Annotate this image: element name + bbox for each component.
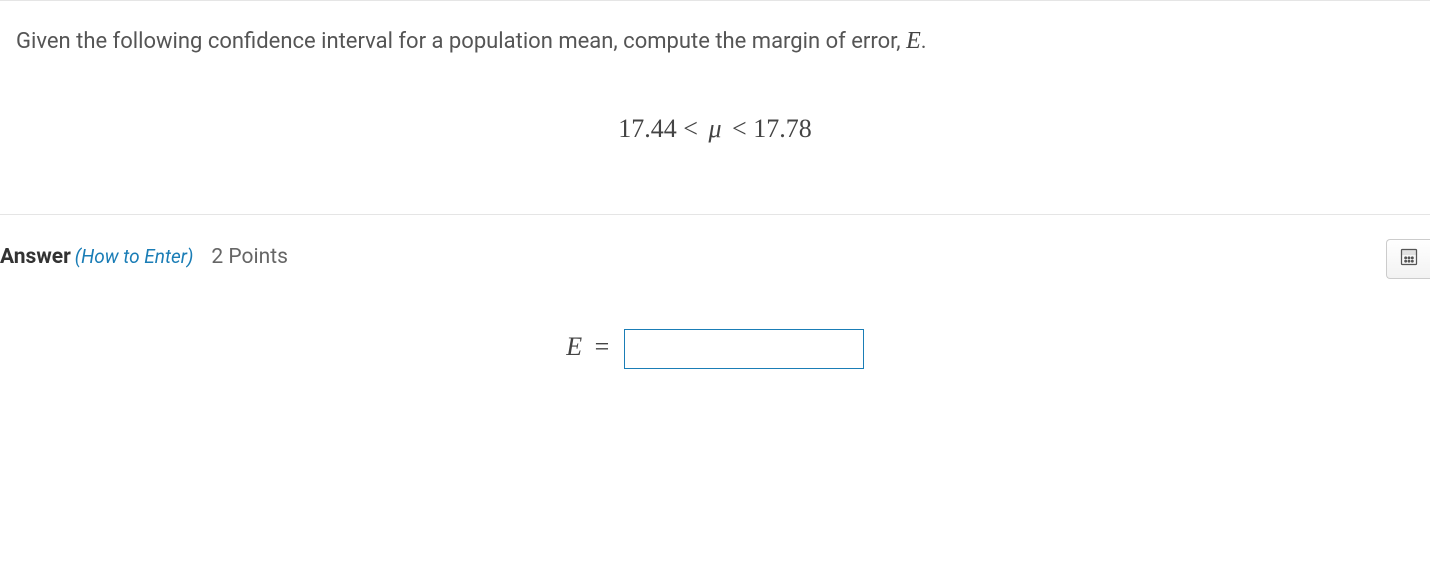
- keypad-button[interactable]: [1386, 239, 1430, 279]
- interval-upper: 17.78: [753, 114, 812, 143]
- answer-label: Answer: [0, 245, 71, 269]
- prompt-text-suffix: .: [921, 29, 927, 54]
- points-label: 2 Points: [211, 245, 288, 269]
- answer-input-row: E =: [0, 329, 1430, 369]
- margin-of-error-input[interactable]: [624, 329, 864, 369]
- how-to-enter-link[interactable]: (How to Enter): [75, 245, 194, 268]
- prompt-text-prefix: Given the following confidence interval …: [16, 29, 906, 54]
- answer-variable: E: [566, 332, 582, 361]
- confidence-interval-expression: 17.44 < μ < 17.78: [16, 114, 1414, 144]
- prompt-variable: E: [906, 28, 921, 54]
- interval-lower: 17.44: [618, 114, 677, 143]
- answer-header: Answer(How to Enter) 2 Points: [0, 245, 1430, 269]
- answer-section: Answer(How to Enter) 2 Points E =: [0, 215, 1430, 409]
- keypad-icon: [1399, 247, 1419, 270]
- lt-symbol-2: <: [732, 114, 753, 143]
- equals-sign: =: [595, 332, 610, 361]
- lt-symbol-1: <: [683, 114, 704, 143]
- question-section: Given the following confidence interval …: [0, 0, 1430, 215]
- mu-symbol: μ: [704, 114, 725, 143]
- question-prompt: Given the following confidence interval …: [16, 25, 1414, 59]
